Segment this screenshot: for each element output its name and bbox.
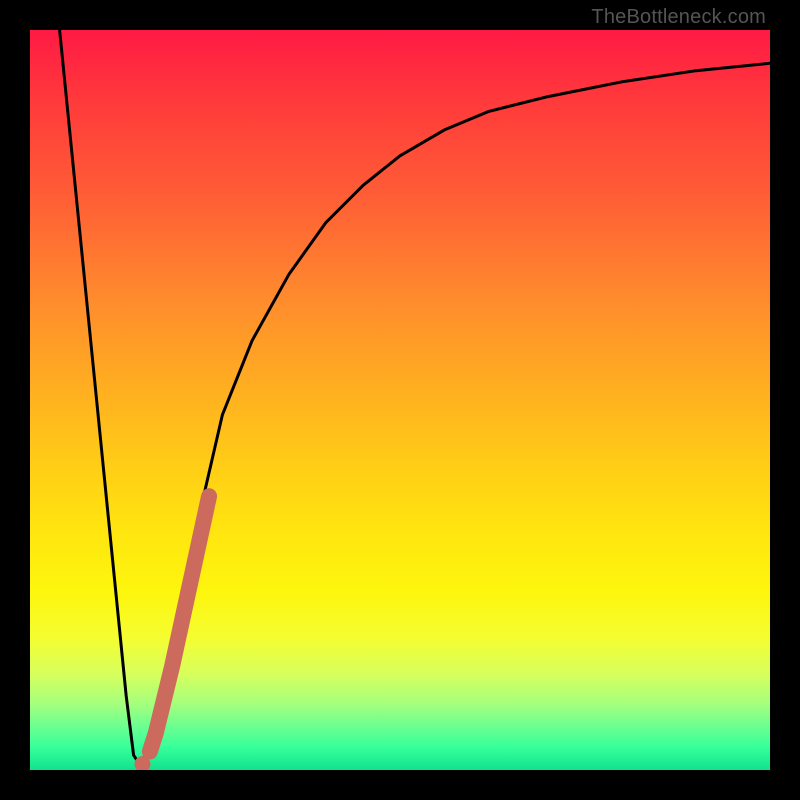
- plot-area: [30, 30, 770, 770]
- highlight-segment: [150, 496, 209, 751]
- chart-frame: TheBottleneck.com: [0, 0, 800, 800]
- bottleneck-curve: [60, 30, 770, 766]
- watermark-text: TheBottleneck.com: [591, 6, 766, 29]
- chart-svg: [30, 30, 770, 770]
